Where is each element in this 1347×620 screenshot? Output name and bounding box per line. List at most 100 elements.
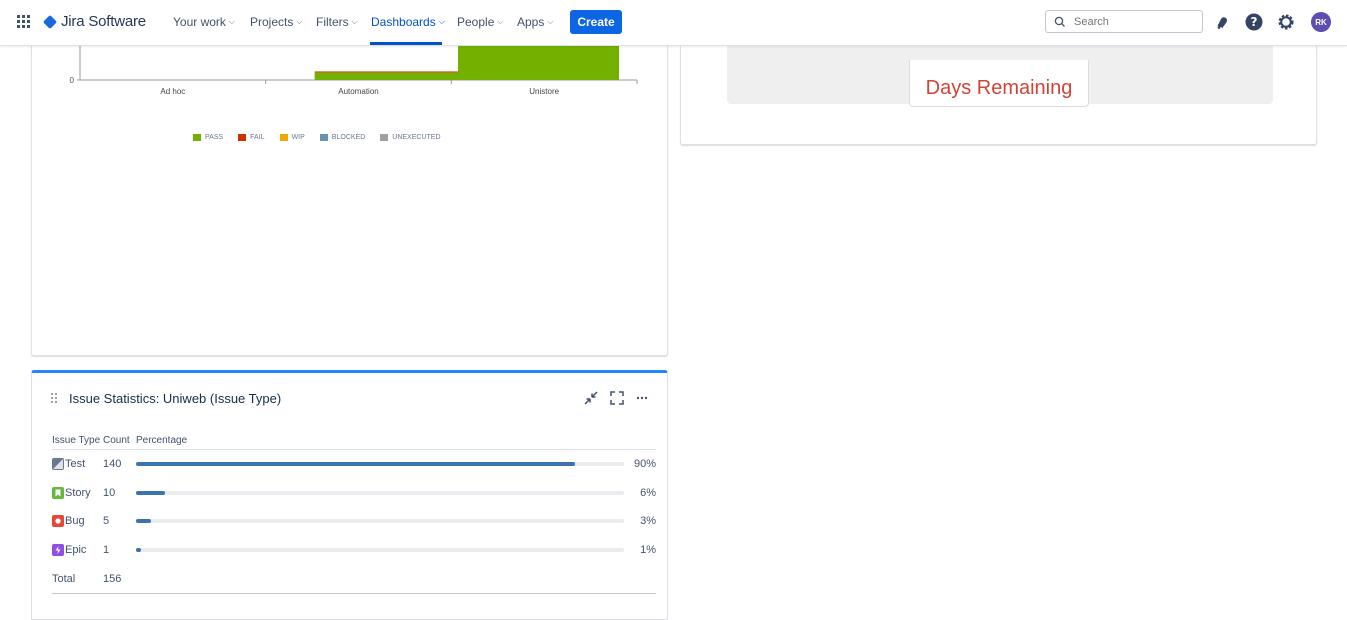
chevron-down-icon: ⌵: [351, 17, 358, 26]
x-tick-label: Automation: [338, 87, 378, 96]
issue-type-bug[interactable]: Bug: [52, 515, 103, 528]
issue-type-story[interactable]: Story: [52, 486, 103, 499]
x-tick-label: Unistore: [529, 87, 559, 96]
table-bottom-border: [52, 593, 656, 594]
legend-item[interactable]: FAIL: [238, 134, 265, 141]
bar-pass-1: [314, 72, 476, 80]
logo-text: Jira Software: [61, 13, 146, 30]
issue-count[interactable]: 1: [103, 536, 136, 565]
drag-handle-icon[interactable]: [51, 393, 59, 405]
fullscreen-icon[interactable]: [609, 390, 625, 406]
legend-label: FAIL: [250, 134, 265, 141]
nav-your-work-label: Your work: [173, 15, 226, 29]
legend-swatch: [279, 134, 288, 141]
more-actions-icon[interactable]: [634, 390, 650, 406]
percentage-value: 6%: [640, 486, 656, 499]
legend-swatch: [319, 134, 328, 141]
header-percent-value: [631, 433, 656, 450]
legend-label: UNEXECUTED: [392, 134, 441, 141]
minimize-icon[interactable]: [583, 390, 599, 406]
user-avatar[interactable]: RK: [1311, 12, 1331, 32]
percentage-bar: [136, 547, 624, 552]
jira-logo[interactable]: Jira Software: [42, 13, 146, 30]
days-remaining-label: Days Remaining: [909, 60, 1089, 107]
chevron-down-icon: ⌵: [547, 17, 554, 26]
bug-icon: [52, 515, 64, 528]
legend-label: WIP: [291, 134, 305, 141]
nav-projects-label: Projects: [250, 15, 294, 29]
issue-count[interactable]: 140: [103, 450, 136, 479]
nav-apps-label: Apps: [517, 15, 545, 29]
jira-logo-icon: [42, 14, 58, 29]
epic-icon: [52, 543, 64, 556]
issue-statistics-gadget: Issue Statistics: Uniweb (Issue Type) Is…: [31, 370, 668, 620]
svg-text:?: ?: [1251, 15, 1258, 29]
test-execution-chart-gadget: 0 Ad hoc Automation Unistore PASS FAIL WIP BLO…: [31, 28, 668, 356]
story-icon: [52, 486, 64, 499]
table-row: Story 10 6%: [52, 479, 656, 508]
table-header-row: Issue Type Count Percentage: [52, 433, 656, 450]
percentage-value: 3%: [640, 515, 656, 528]
percentage-bar: [136, 519, 624, 524]
issue-count[interactable]: 5: [103, 507, 136, 536]
active-tab-indicator: [370, 42, 442, 45]
percentage-value: 1%: [640, 543, 656, 556]
notifications-icon[interactable]: [1214, 13, 1232, 31]
nav-your-work[interactable]: Your work ⌵: [173, 15, 235, 29]
nav-filters[interactable]: Filters ⌵: [316, 15, 358, 29]
legend-label: BLOCKED: [331, 134, 366, 141]
total-row: Total 156: [52, 564, 656, 594]
legend-item[interactable]: WIP: [279, 134, 305, 141]
test-icon: [52, 458, 64, 471]
header-count: Count: [103, 433, 136, 450]
header-issue-type: Issue Type: [52, 433, 103, 450]
percentage-bar-fill: [136, 462, 576, 467]
header-percentage: Percentage: [136, 433, 631, 450]
table-row: Bug 5 3%: [52, 507, 656, 536]
top-navigation: Jira Software Your work ⌵ Projects ⌵ Filte…: [0, 0, 1347, 46]
table-row: Test 140 90%: [52, 450, 656, 479]
gadget-title: Issue Statistics: Uniweb (Issue Type): [69, 391, 282, 406]
nav-dashboards-label: Dashboards: [371, 15, 436, 29]
legend-swatch: [193, 134, 201, 141]
legend-item[interactable]: UNEXECUTED: [380, 134, 441, 141]
issue-type-label: Test: [65, 458, 86, 471]
issue-count[interactable]: 10: [103, 479, 136, 508]
issue-type-label: Epic: [65, 543, 87, 556]
percentage-bar-fill: [136, 490, 166, 495]
table-row: Epic 1 1%: [52, 536, 656, 565]
total-count: 156: [103, 573, 122, 585]
chevron-down-icon: ⌵: [228, 17, 235, 26]
y-tick-label: 0: [70, 76, 75, 85]
search-field[interactable]: [1045, 10, 1203, 33]
chart-legend: PASS FAIL WIP BLOCKED UNEXECUTED: [193, 134, 456, 141]
settings-gear-icon[interactable]: [1277, 13, 1295, 31]
bar-fail-1: [314, 71, 476, 73]
app-switcher-icon[interactable]: [17, 15, 31, 29]
issue-statistics-table: Issue Type Count Percentage Test 140 90%: [52, 433, 656, 594]
nav-dashboards[interactable]: Dashboards ⌵: [371, 15, 445, 29]
issue-type-label: Story: [65, 486, 91, 499]
nav-people[interactable]: People ⌵: [457, 15, 503, 29]
countdown-panel: Days Remaining: [727, 40, 1273, 107]
chevron-down-icon: ⌵: [296, 17, 303, 26]
nav-people-label: People: [457, 15, 495, 29]
chevron-down-icon: ⌵: [497, 17, 504, 26]
issue-type-epic[interactable]: Epic: [52, 543, 103, 556]
percentage-bar: [136, 462, 624, 467]
legend-swatch: [238, 134, 247, 141]
legend-item[interactable]: PASS: [193, 134, 223, 141]
create-button[interactable]: Create: [570, 10, 622, 34]
help-icon[interactable]: ?: [1245, 13, 1263, 31]
nav-apps[interactable]: Apps ⌵: [517, 15, 553, 29]
legend-swatch: [380, 134, 389, 141]
percentage-bar-fill: [136, 519, 151, 524]
legend-item[interactable]: BLOCKED: [319, 134, 366, 141]
total-label: Total: [52, 573, 76, 585]
issue-type-test[interactable]: Test: [52, 458, 103, 471]
nav-projects[interactable]: Projects ⌵: [250, 15, 302, 29]
percentage-bar-fill: [136, 547, 141, 552]
chevron-down-icon: ⌵: [438, 17, 445, 26]
search-input[interactable]: [1072, 14, 1196, 29]
nav-filters-label: Filters: [316, 15, 349, 29]
